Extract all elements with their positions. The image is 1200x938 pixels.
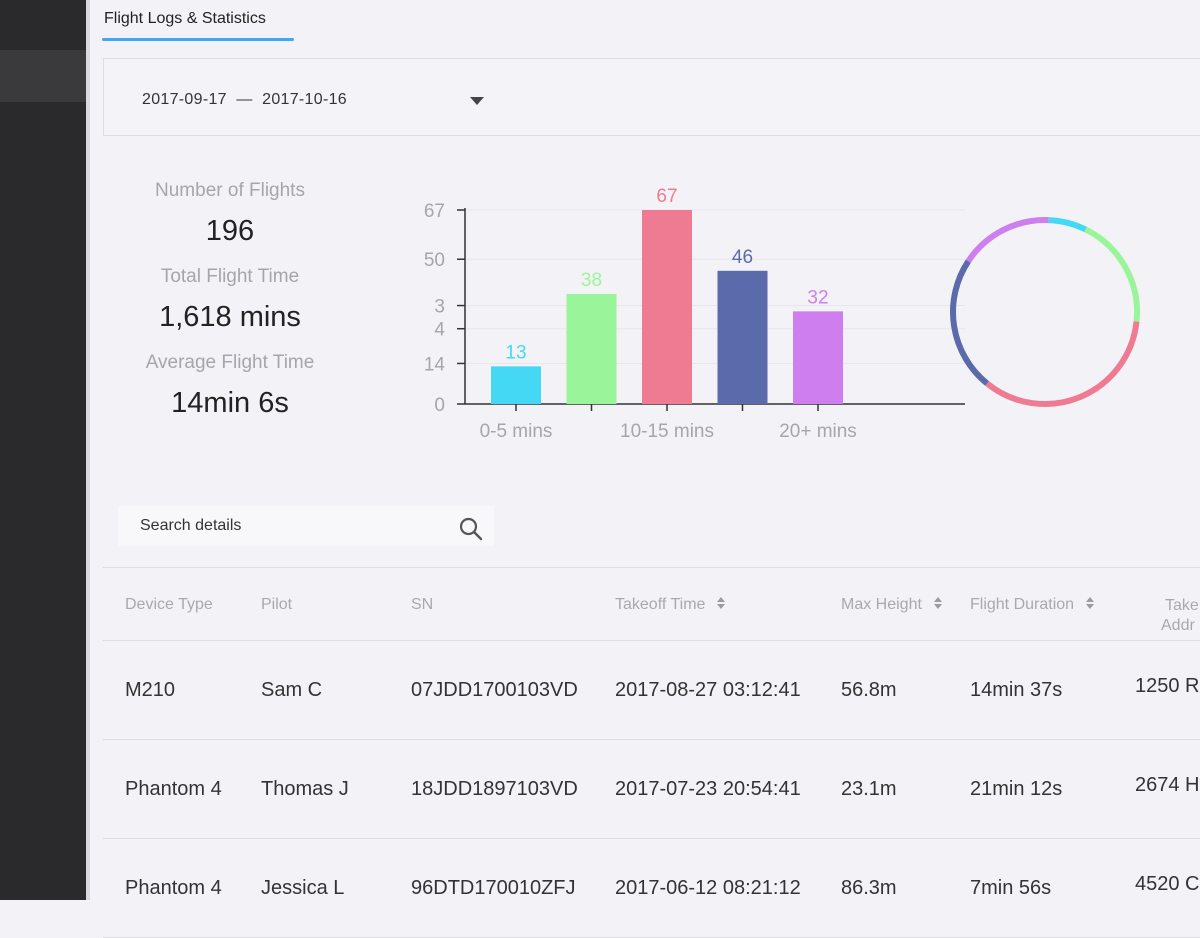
cell-takeoff-time: 2017-07-23 20:54:41: [615, 778, 801, 800]
cell-device-type: M210: [125, 679, 176, 701]
cell-flight-duration: 14min 37s: [970, 679, 1063, 701]
bar: [642, 210, 692, 404]
donut-slice: [1048, 217, 1087, 233]
flight-duration-donut-chart: [950, 217, 1140, 407]
cell-sn: 18JDD1897103VD: [411, 778, 578, 800]
bar: [491, 366, 541, 404]
sidebar-item-active[interactable]: [0, 50, 86, 102]
y-tick-label: 14: [424, 354, 446, 375]
column-takeoff-address-line1: Take: [1165, 597, 1199, 614]
column-takeoff-time[interactable]: Takeoff Time: [615, 596, 726, 614]
table-header: Device Type Pilot SN Takeoff Time Max He…: [103, 567, 1200, 641]
cell-takeoff-address: 4520 Ch: [1135, 873, 1200, 895]
stat-value-total-time: 1,618 mins: [159, 301, 301, 333]
cell-sn: 96DTD170010ZFJ: [411, 877, 576, 899]
donut-slice: [965, 217, 1049, 263]
cell-device-type: Phantom 4: [125, 877, 222, 899]
cell-takeoff-time: 2017-08-27 03:12:41: [615, 679, 801, 701]
stat-label-average-time: Average Flight Time: [145, 352, 315, 373]
donut-slice: [950, 259, 989, 386]
data-label: 13: [505, 342, 526, 363]
data-label: 46: [732, 247, 753, 268]
cell-device-type: Phantom 4: [125, 778, 222, 800]
sort-icon[interactable]: [717, 596, 726, 609]
column-pilot: Pilot: [261, 596, 293, 613]
sort-icon[interactable]: [933, 596, 942, 609]
cell-max-height: 23.1m: [841, 778, 897, 800]
data-label: 32: [807, 287, 828, 308]
column-flight-duration[interactable]: Flight Duration: [970, 596, 1095, 614]
cell-max-height: 86.3m: [841, 877, 897, 899]
date-range-value: 2017-09-17 — 2017-10-16: [142, 91, 347, 108]
x-tick-label: 10-15 mins: [620, 421, 714, 442]
y-tick-label: 0: [434, 395, 445, 416]
search-box[interactable]: Search details: [118, 506, 494, 546]
stat-label-total-time: Total Flight Time: [160, 266, 300, 287]
column-takeoff-address-line2: Addr: [1161, 617, 1195, 634]
x-tick-label: 20+ mins: [779, 421, 857, 442]
bar: [717, 270, 768, 404]
donut-slice: [985, 321, 1140, 407]
tab-flight-logs[interactable]: Flight Logs & Statistics: [104, 10, 266, 28]
table-body: M210 Sam C 07JDD1700103VD 2017-08-27 03:12:…: [103, 641, 1200, 938]
cell-max-height: 56.8m: [841, 679, 897, 701]
y-tick-label: 50: [424, 250, 445, 271]
x-tick-label: 0-5 mins: [480, 421, 553, 442]
donut-slice: [1084, 226, 1140, 322]
main-panel: Flight Logs & Statistics 2017-09-17 — 20…: [90, 0, 1200, 938]
y-tick-label: 67: [424, 201, 445, 222]
bar: [566, 293, 617, 404]
sort-icon[interactable]: [1086, 596, 1095, 609]
tab-active-indicator: [102, 38, 294, 41]
column-max-height[interactable]: Max Height: [841, 596, 942, 614]
data-label: 67: [656, 186, 677, 207]
cell-flight-duration: 21min 12s: [970, 778, 1063, 800]
search-input[interactable]: Search details: [140, 517, 241, 535]
stat-label-flights: Number of Flights: [155, 180, 305, 201]
column-max-height-label: Max Height: [841, 596, 922, 613]
cell-takeoff-time: 2017-06-12 08:21:12: [615, 877, 801, 899]
cell-takeoff-address: 2674 He: [1135, 774, 1200, 796]
cell-flight-duration: 7min 56s: [970, 877, 1052, 899]
column-sn: SN: [411, 596, 434, 613]
column-device-type: Device Type: [125, 596, 213, 613]
column-takeoff-time-label: Takeoff Time: [615, 596, 706, 613]
table-row[interactable]: M210 Sam C 07JDD1700103VD 2017-08-27 03:12:…: [103, 641, 1200, 740]
stat-value-average-time: 14min 6s: [171, 387, 289, 419]
sidebar: [0, 0, 86, 900]
bar: [793, 311, 843, 404]
caret-down-icon[interactable]: [470, 97, 484, 105]
cell-takeoff-address: 1250 R: [1135, 675, 1200, 697]
cell-pilot: Thomas J: [261, 778, 349, 800]
cell-pilot: Jessica L: [261, 877, 345, 899]
cell-pilot: Sam C: [261, 679, 323, 701]
flight-log-table: Device Type Pilot SN Takeoff Time Max He…: [103, 567, 1200, 938]
search-icon[interactable]: [458, 516, 484, 542]
flight-duration-bar-chart: 0 14 43 50 67 13 0-5 mins 38 67 10-15 mins 46 32 20+…: [424, 186, 965, 442]
column-flight-duration-label: Flight Duration: [970, 596, 1075, 613]
table-row[interactable]: Phantom 4 Jessica L 96DTD170010ZFJ 2017-06-…: [103, 839, 1200, 938]
date-range-select[interactable]: 2017-09-17 — 2017-10-16: [103, 58, 1200, 136]
stat-value-flights: 196: [205, 215, 255, 247]
y-tick-label: 4: [434, 320, 445, 341]
table-row[interactable]: Phantom 4 Thomas J 18JDD1897103VD 2017-07-2…: [103, 740, 1200, 839]
data-label: 38: [581, 270, 602, 291]
flight-stats: Number of Flights 196 Total Flight Time …: [130, 180, 330, 438]
y-tick-label: 3: [434, 297, 445, 318]
cell-sn: 07JDD1700103VD: [411, 679, 578, 701]
